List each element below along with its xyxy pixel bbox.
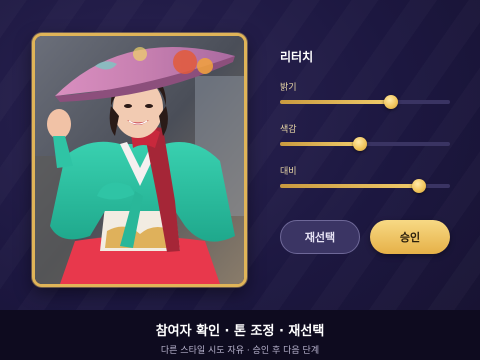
reselect-button[interactable]: 재선택: [280, 220, 360, 254]
brightness-slider[interactable]: 밝기: [280, 80, 450, 110]
brightness-track[interactable]: [280, 95, 450, 109]
color-track[interactable]: [280, 137, 450, 151]
approve-button[interactable]: 승인: [370, 220, 450, 254]
color-slider[interactable]: 색감: [280, 122, 450, 152]
brightness-label: 밝기: [280, 83, 297, 93]
participant-photo-frame: [32, 33, 247, 287]
contrast-thumb[interactable]: [412, 179, 427, 193]
contrast-slider[interactable]: 대비: [280, 164, 450, 194]
brightness-fill: [280, 100, 391, 104]
color-fill: [280, 142, 360, 146]
footer-subtitle: 다른 스타일 시도 자유 · 승인 후 다음 단계: [160, 346, 320, 356]
brightness-thumb[interactable]: [383, 95, 398, 109]
color-thumb[interactable]: [352, 137, 367, 151]
footer-title: 참여자 확인 · 톤 조정 · 재선택: [155, 324, 325, 339]
participant-photo: [35, 36, 244, 284]
retouch-panel-title: 리터치: [280, 50, 314, 64]
contrast-label: 대비: [280, 167, 297, 177]
contrast-fill: [280, 184, 420, 188]
color-label: 색감: [280, 125, 297, 135]
contrast-track[interactable]: [280, 179, 450, 193]
footer-bar: 참여자 확인 · 톤 조정 · 재선택 다른 스타일 시도 자유 · 승인 후 …: [0, 310, 480, 360]
